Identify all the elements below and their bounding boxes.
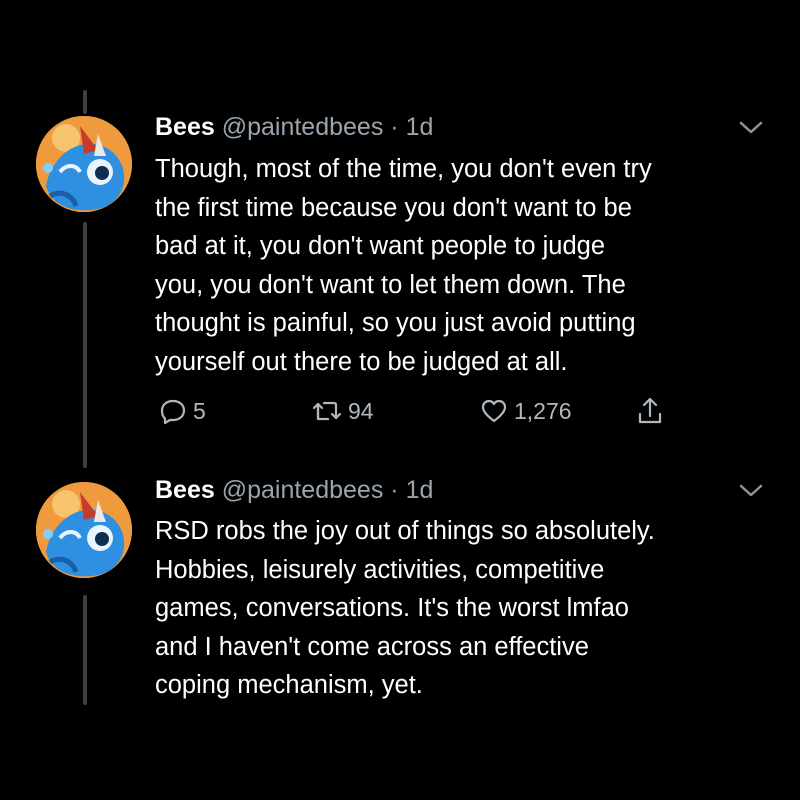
share-button[interactable] (636, 391, 664, 431)
tweet-text-line: you, you don't want to let them down. Th… (155, 270, 626, 299)
reply-icon (159, 397, 187, 425)
timestamp[interactable]: 1d (406, 476, 434, 504)
avatar[interactable] (36, 116, 132, 212)
tweet-text-line: yourself out there to be judged at all. (155, 347, 568, 376)
handle[interactable]: @paintedbees (222, 113, 384, 141)
avatar[interactable] (36, 482, 132, 578)
tweet-text-line: Though, most of the time, you don't even… (155, 155, 652, 183)
chevron-down-icon[interactable] (738, 482, 764, 500)
retweet-button[interactable]: 94 (310, 391, 374, 431)
tweet-text-line: Hobbies, leisurely activities, competiti… (155, 555, 605, 584)
avatar-image (36, 116, 132, 212)
tweet-text: RSD robs the joy out of things so absolu… (155, 512, 775, 705)
tweet-text-line: thought is painful, so you just avoid pu… (155, 309, 636, 338)
tweet-text-line: bad at it, you don't want people to judg… (155, 232, 606, 261)
tweet-header: Bees @paintedbees · 1d (155, 112, 433, 142)
tweet-text-line: coping mechanism, yet. (155, 671, 423, 700)
tweet-text: Though, most of the time, you don't even… (155, 150, 775, 382)
reply-count: 5 (193, 397, 206, 424)
reply-button[interactable]: 5 (159, 391, 206, 431)
separator: · (390, 476, 399, 504)
like-icon (480, 397, 508, 425)
display-name[interactable]: Bees (155, 113, 215, 141)
tweet-header: Bees @paintedbees · 1d (155, 475, 433, 505)
tweet-text-line: the first time because you don't want to… (155, 193, 632, 222)
share-icon (636, 396, 664, 426)
like-count: 1,276 (514, 397, 572, 424)
tweet-actions: 5 94 1,276 (155, 391, 675, 431)
handle[interactable]: @paintedbees (222, 476, 384, 504)
retweet-icon (310, 397, 342, 425)
retweet-count: 94 (348, 397, 374, 424)
timestamp[interactable]: 1d (406, 113, 434, 141)
tweet-text-line: RSD robs the joy out of things so absolu… (155, 517, 655, 545)
separator: · (390, 113, 399, 141)
avatar-image (36, 482, 132, 578)
thread-line-bottom (83, 595, 87, 705)
tweet[interactable]: Bees @paintedbees · 1d Though, most of t… (0, 0, 800, 460)
chevron-down-icon[interactable] (738, 119, 764, 137)
tweet-text-line: games, conversations. It's the worst lmf… (155, 594, 629, 623)
display-name[interactable]: Bees (155, 476, 215, 504)
tweet-text-line: and I haven't come across an effective (155, 632, 589, 661)
like-button[interactable]: 1,276 (480, 391, 572, 431)
